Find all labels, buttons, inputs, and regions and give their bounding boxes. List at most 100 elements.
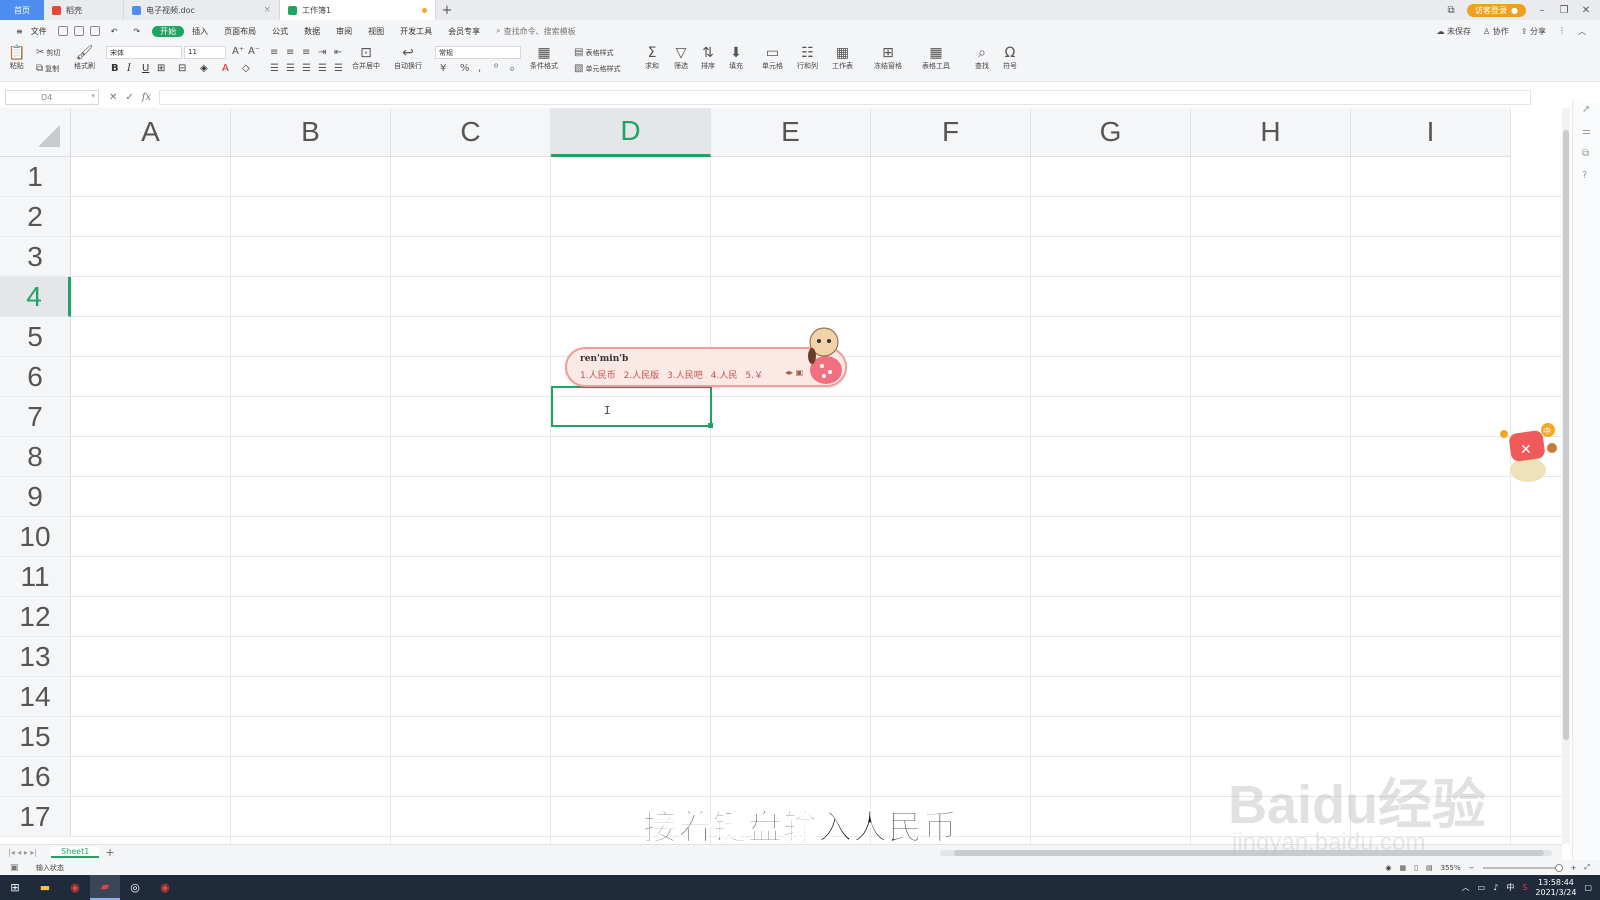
notification-icon[interactable]: ▢ [1584,883,1592,892]
row-header-6[interactable]: 6 [0,357,71,397]
print-icon[interactable] [73,26,84,36]
page-break-icon[interactable]: ▤ [1426,864,1433,872]
row-header-5[interactable]: 5 [0,317,71,357]
preview-icon[interactable] [89,26,100,36]
minimize-icon[interactable]: – [1536,5,1548,16]
copy-button[interactable]: ⧉ 复制 [36,63,59,74]
row-header-8[interactable]: 8 [0,437,71,477]
fill-cell-icon[interactable]: ⊟ [178,63,186,74]
menu-review[interactable]: 审阅 [328,26,360,37]
zoom-level[interactable]: 355% [1441,864,1461,872]
table-style-button[interactable]: ▤ 表格样式 [574,47,613,58]
shrink-font-icon[interactable]: A⁻ [248,46,260,57]
fullscreen-icon[interactable]: ⤢ [1584,863,1590,872]
ime-candidate[interactable]: 4.人民 [711,368,738,381]
sort-button[interactable]: ⇅ 排序 [701,45,715,71]
sheet-tab[interactable]: Sheet1 [51,847,100,858]
row-header-4[interactable]: 4 [0,277,71,317]
font-name-select[interactable]: 宋体 [106,46,182,59]
obs-icon[interactable]: ◎ [120,875,150,900]
row-header-9[interactable]: 9 [0,477,71,517]
menu-page-layout[interactable]: 页面布局 [216,26,264,37]
browser-icon[interactable]: ◉ [150,875,180,900]
ime-candidate[interactable]: 5.￥ [745,368,763,381]
indent-icon[interactable]: ⇥ [318,47,326,58]
share-button[interactable]: ⇪ 分享 [1521,26,1546,37]
save-icon[interactable] [57,26,68,36]
unsaved-button[interactable]: ☁ 未保存 [1436,26,1471,37]
format-painter-button[interactable]: 🖌 格式刷 [74,45,95,71]
normal-view-icon[interactable]: ▦ [1400,864,1407,872]
column-header-h[interactable]: H [1191,108,1351,157]
fill-color-icon[interactable]: ◈ [200,63,208,74]
tab-list-icon[interactable]: ⧉ [1445,5,1457,16]
sum-button[interactable]: Σ 求和 [645,45,659,71]
rowcol-button[interactable]: ☷ 行和列 [797,45,818,71]
row-header-1[interactable]: 1 [0,157,71,197]
wps-office-icon[interactable]: ▰ [90,875,120,900]
more-icon[interactable]: ⋮ [1558,26,1566,37]
cell-button[interactable]: ▭ 单元格 [762,45,783,71]
vertical-scrollbar[interactable] [1562,108,1570,844]
align-left-icon[interactable]: ☰ [270,63,279,74]
zoom-in-icon[interactable]: + [1571,864,1577,872]
tray-expand-icon[interactable]: ︿ [1462,882,1470,893]
row-header-2[interactable]: 2 [0,197,71,237]
thousands-icon[interactable]: , [478,63,481,74]
ime-candidate[interactable]: 1.人民币 [580,368,616,381]
chrome-icon[interactable]: ◉ [60,875,90,900]
increase-decimal-icon[interactable]: ⁰ [494,63,498,74]
tab-docer[interactable]: 稻壳 [44,0,124,20]
bold-icon[interactable]: B [111,63,119,74]
italic-icon[interactable]: I [127,63,131,74]
new-tab-button[interactable]: + [436,0,458,20]
confirm-icon[interactable]: ✓ [125,92,133,103]
distribute-icon[interactable]: ☰ [334,63,343,74]
formula-input[interactable] [159,89,1532,105]
row-header-17[interactable]: 17 [0,797,71,837]
assistant-mascot-icon[interactable]: ✕ 中 [1490,420,1562,488]
menu-view[interactable]: 视图 [360,26,392,37]
underline-icon[interactable]: U [142,63,149,74]
row-header-3[interactable]: 3 [0,237,71,277]
cond-format-button[interactable]: ▦ 条件格式 [530,45,558,71]
restore-icon[interactable]: ❐ [1558,5,1570,16]
decrease-decimal-icon[interactable]: ₀ [510,63,514,74]
clock[interactable]: 13:58:44 2021/3/24 [1535,878,1576,898]
ime-candidate[interactable]: 2.人民版 [624,368,660,381]
input-lang[interactable]: 中 [1506,882,1514,893]
row-header-14[interactable]: 14 [0,677,71,717]
name-box[interactable]: D4 ▾ [5,89,99,105]
border-icon[interactable]: ⊞ [157,63,165,74]
cut-button[interactable]: ✂ 剪切 [36,47,60,58]
row-header-10[interactable]: 10 [0,517,71,557]
row-header-15[interactable]: 15 [0,717,71,757]
help-icon[interactable]: ? [1582,170,1587,181]
pointer-icon[interactable]: ➚ [1582,104,1590,115]
tab-home[interactable]: 首页 [0,0,44,20]
align-right-icon[interactable]: ☰ [302,63,311,74]
close-icon[interactable]: × [263,5,271,15]
command-search[interactable]: ⌕ 查找命令、搜索模板 [496,26,575,37]
table-tools-button[interactable]: ▦ 表格工具 [922,45,950,71]
active-cell-d4[interactable] [551,386,713,428]
justify-icon[interactable]: ☰ [318,63,327,74]
row-header-13[interactable]: 13 [0,637,71,677]
number-format-select[interactable]: 常规 [435,46,521,59]
eye-protect-icon[interactable]: ◉ [1385,864,1391,872]
paste-button[interactable]: 📋 粘贴 [8,45,25,71]
row-header-7[interactable]: 7 [0,397,71,437]
row-header-12[interactable]: 12 [0,597,71,637]
fill-handle[interactable] [708,423,713,428]
wrap-button[interactable]: ↩ 自动换行 [394,45,422,71]
column-header-c[interactable]: C [391,108,551,157]
column-header-i[interactable]: I [1351,108,1511,157]
zoom-out-icon[interactable]: − [1469,864,1475,872]
freeze-button[interactable]: ⊞ 冻结窗格 [874,45,902,71]
align-top-icon[interactable]: ≡ [270,47,278,58]
tab-workbook[interactable]: 工作簿1 [280,0,436,20]
column-header-f[interactable]: F [871,108,1031,157]
login-button[interactable]: 访客登录 ● [1467,3,1526,17]
adjust-icon[interactable]: ⚌ [1582,126,1591,137]
grow-font-icon[interactable]: A⁺ [232,46,244,57]
